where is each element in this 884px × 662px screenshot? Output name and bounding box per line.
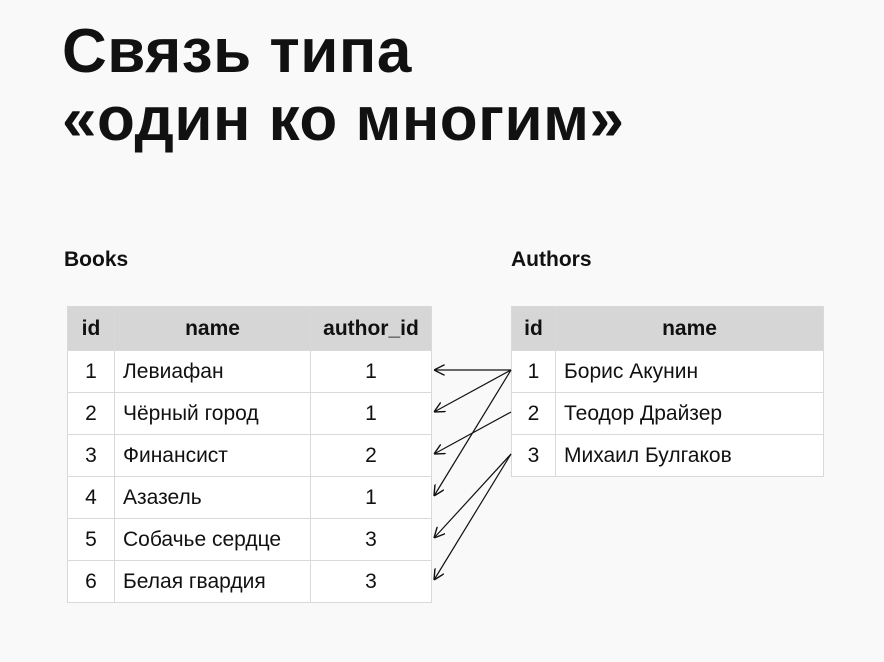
books-header-row: id name author_id xyxy=(67,306,432,351)
books-row: 4 Азазель 1 xyxy=(67,476,432,519)
books-row: 5 Собачье сердце 3 xyxy=(67,518,432,561)
books-column-header-author-id: author_id xyxy=(310,306,432,351)
authors-column-header-id: id xyxy=(511,306,556,351)
book-name-cell: Левиафан xyxy=(114,350,311,393)
book-author-id-cell: 3 xyxy=(310,518,432,561)
relation-arrow xyxy=(434,369,512,496)
book-author-id-cell: 1 xyxy=(310,392,432,435)
book-name-cell: Финансист xyxy=(114,434,311,477)
book-name-cell: Чёрный город xyxy=(114,392,311,435)
relation-arrow xyxy=(434,411,512,454)
relation-arrow xyxy=(434,453,512,580)
book-name-cell: Собачье сердце xyxy=(114,518,311,561)
book-id-cell: 5 xyxy=(67,518,115,561)
books-table: id name author_id 1 Левиафан 1 2 Чёрный … xyxy=(67,306,432,603)
slide-title-line-2: «один ко многим» xyxy=(62,85,625,154)
authors-column-header-name: name xyxy=(555,306,824,351)
author-id-cell: 1 xyxy=(511,350,556,393)
author-id-cell: 3 xyxy=(511,434,556,477)
book-id-cell: 3 xyxy=(67,434,115,477)
books-column-header-id: id xyxy=(67,306,115,351)
book-name-cell: Белая гвардия xyxy=(114,560,311,603)
authors-table: id name 1 Борис Акунин 2 Теодор Драйзер … xyxy=(511,306,824,477)
authors-header-row: id name xyxy=(511,306,824,351)
book-author-id-cell: 2 xyxy=(310,434,432,477)
author-name-cell: Михаил Булгаков xyxy=(555,434,824,477)
books-row: 2 Чёрный город 1 xyxy=(67,392,432,435)
books-table-label: Books xyxy=(64,248,129,271)
authors-row: 2 Теодор Драйзер xyxy=(511,392,824,435)
authors-row: 3 Михаил Булгаков xyxy=(511,434,824,477)
authors-row: 1 Борис Акунин xyxy=(511,350,824,393)
book-author-id-cell: 1 xyxy=(310,350,432,393)
slide-title: Связь типа «один ко многим» xyxy=(62,18,624,154)
author-name-cell: Теодор Драйзер xyxy=(555,392,824,435)
author-id-cell: 2 xyxy=(511,392,556,435)
books-row: 6 Белая гвардия 3 xyxy=(67,560,432,603)
book-id-cell: 1 xyxy=(67,350,115,393)
relation-arrow xyxy=(434,453,512,538)
book-id-cell: 4 xyxy=(67,476,115,519)
authors-table-label: Authors xyxy=(511,248,592,271)
books-column-header-name: name xyxy=(114,306,311,351)
book-id-cell: 2 xyxy=(67,392,115,435)
book-author-id-cell: 3 xyxy=(310,560,432,603)
book-name-cell: Азазель xyxy=(114,476,311,519)
slide-title-line-1: Связь типа xyxy=(62,17,412,86)
book-author-id-cell: 1 xyxy=(310,476,432,519)
books-row: 3 Финансист 2 xyxy=(67,434,432,477)
author-name-cell: Борис Акунин xyxy=(555,350,824,393)
books-row: 1 Левиафан 1 xyxy=(67,350,432,393)
relation-arrow xyxy=(434,369,512,412)
book-id-cell: 6 xyxy=(67,560,115,603)
